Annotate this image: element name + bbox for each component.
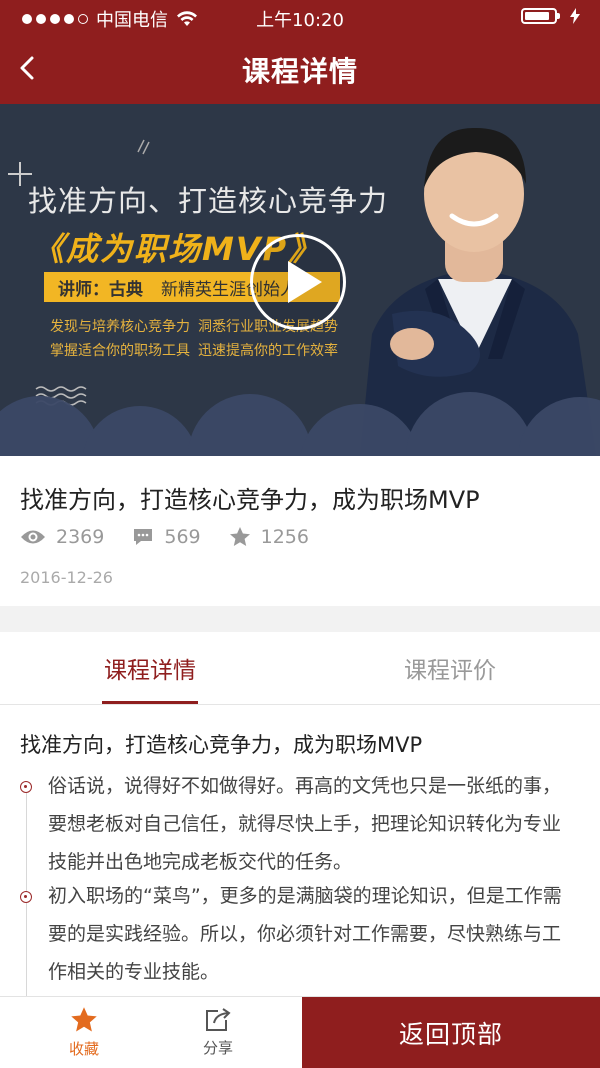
tab-course-review[interactable]: 课程评价: [300, 632, 600, 704]
tab-course-detail[interactable]: 课程详情: [0, 632, 300, 704]
banner-feature: 迅速提高你的工作效率: [198, 343, 338, 359]
banner-feature: 发现与培养核心竞争力: [50, 319, 190, 335]
back-to-top-button[interactable]: 返回顶部: [302, 997, 600, 1068]
page-title: 课程详情: [241, 55, 358, 88]
lecturer-label: 讲师：古典: [58, 279, 143, 300]
publish-date: 2016-12-26: [20, 568, 113, 587]
battery-area: [521, 8, 582, 24]
banner-headline: 找准方向、打造核心竞争力: [28, 184, 389, 218]
stars-count: 1256: [260, 526, 309, 548]
share-icon: [206, 1008, 231, 1031]
comments-count: 569: [164, 526, 201, 548]
battery-icon: [521, 8, 557, 24]
course-info-card: 找准方向，打造核心竞争力，成为职场MVP 2369 569 1256 2016-…: [0, 456, 600, 606]
timeline-bullet: [20, 781, 32, 793]
charging-icon: [570, 8, 580, 24]
share-label: 分享: [202, 1039, 233, 1057]
status-time: 上午10:20: [256, 10, 344, 31]
top-bar: 中国电信 上午10:20 课程详情: [0, 0, 600, 104]
star-icon: [71, 1007, 97, 1032]
detail-paragraph: 初入职场的“菜鸟”，更多的是满脑袋的理论知识，但是工作需要的是实践经验。所以，你…: [48, 885, 562, 983]
active-tab-indicator: [102, 701, 198, 704]
course-stats: 2369 569 1256: [20, 526, 337, 548]
course-video-banner[interactable]: 找准方向、打造核心竞争力 《成为职场MVP》 讲师：古典 新精英生涯创始人 发现…: [0, 104, 600, 456]
bottom-action-bar: 收藏 分享 返回顶部: [0, 996, 600, 1068]
comment-icon: [134, 529, 153, 545]
favorite-label: 收藏: [68, 1040, 99, 1058]
status-bar: 中国电信 上午10:20: [0, 0, 600, 36]
stars-stat: 1256: [229, 526, 309, 548]
detail-heading: 找准方向，打造核心竞争力，成为职场MVP: [20, 733, 423, 757]
tab-bar: 课程详情 课程评价: [0, 632, 600, 705]
favorite-button[interactable]: 收藏: [44, 997, 124, 1068]
timeline-bullet: [20, 891, 32, 903]
course-detail-content: 找准方向，打造核心竞争力，成为职场MVP 俗话说，说得好不如做得好。再高的文凭也…: [0, 705, 600, 997]
comments-stat: 569: [132, 526, 201, 548]
views-stat: 2369: [20, 526, 104, 548]
detail-paragraph: 俗话说，说得好不如做得好。再高的文凭也只是一张纸的事，要想老板对自己信任，就得尽…: [48, 775, 562, 873]
eye-icon: [21, 530, 45, 544]
share-button[interactable]: 分享: [178, 997, 258, 1068]
course-title: 找准方向，打造核心竞争力，成为职场MVP: [20, 486, 480, 514]
star-icon: [229, 527, 250, 546]
views-count: 2369: [56, 526, 105, 548]
play-icon[interactable]: [250, 234, 346, 330]
banner-feature: 掌握适合你的职场工具: [50, 343, 190, 359]
